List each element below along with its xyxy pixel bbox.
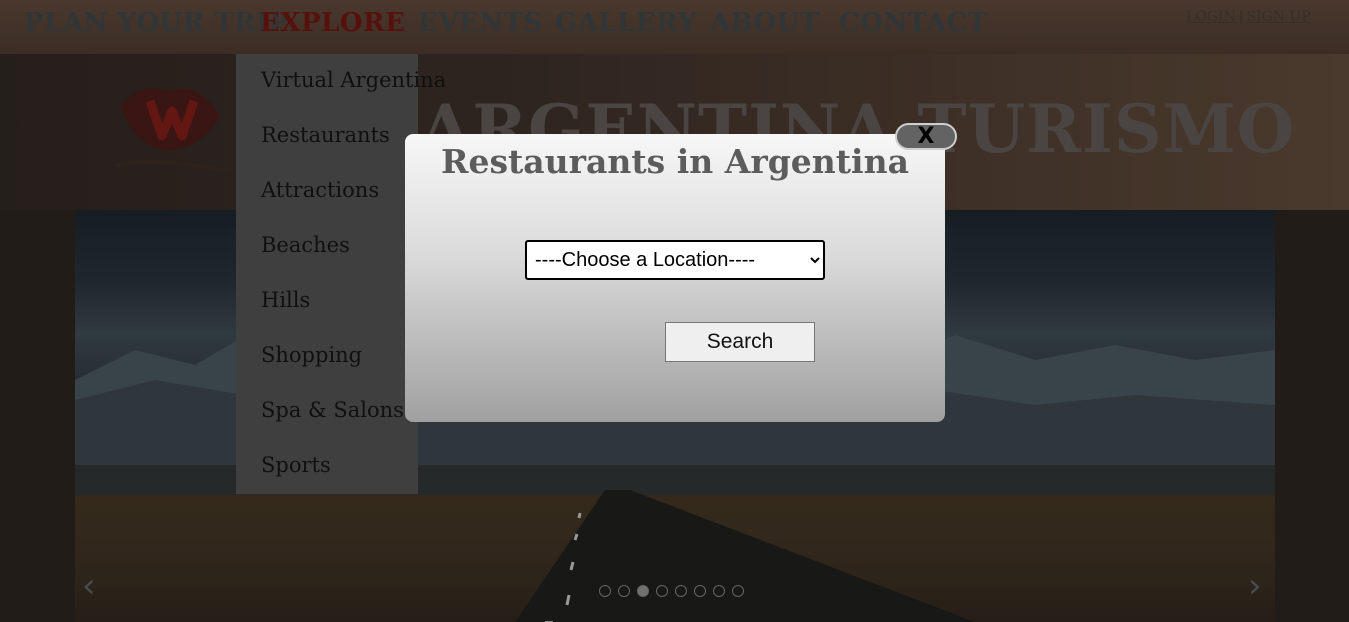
- chevron-right-icon: ›: [1248, 566, 1262, 606]
- slider-dot[interactable]: [599, 585, 611, 597]
- modal-title: Restaurants in Argentina: [441, 142, 909, 181]
- top-navigation: PLAN YOUR TRIP EXPLORE EVENTS GALLERY AB…: [0, 0, 1349, 54]
- nav-plan-your-trip[interactable]: PLAN YOUR TRIP: [24, 8, 289, 38]
- menu-item-spa-salons[interactable]: Spa & Salons: [261, 398, 404, 422]
- login-link[interactable]: LOGIN: [1186, 9, 1236, 25]
- menu-item-hills[interactable]: Hills: [261, 288, 310, 312]
- menu-item-sports[interactable]: Sports: [261, 453, 331, 477]
- menu-item-beaches[interactable]: Beaches: [261, 233, 350, 257]
- close-icon: X: [917, 124, 935, 149]
- nav-explore[interactable]: EXPLORE: [260, 8, 405, 38]
- slider-dot[interactable]: [656, 585, 668, 597]
- menu-item-virtual-argentina[interactable]: Virtual Argentina: [261, 68, 446, 92]
- page: PLAN YOUR TRIP EXPLORE EVENTS GALLERY AB…: [0, 0, 1349, 622]
- nav-events[interactable]: EVENTS: [418, 8, 543, 38]
- location-select[interactable]: ----Choose a Location----: [525, 240, 825, 280]
- restaurants-modal: Restaurants in Argentina ----Choose a Lo…: [405, 134, 945, 422]
- slider-dot[interactable]: [713, 585, 725, 597]
- slider-dots: [599, 584, 751, 598]
- nav-contact[interactable]: CONTACT: [839, 8, 988, 38]
- auth-separator: |: [1238, 9, 1244, 25]
- site-logo[interactable]: [110, 76, 240, 186]
- slider-dot[interactable]: [675, 585, 687, 597]
- slider-dot[interactable]: [694, 585, 706, 597]
- chevron-left-icon: ‹: [82, 566, 96, 606]
- explore-dropdown-menu: Virtual Argentina Restaurants Attraction…: [236, 54, 446, 494]
- modal-close-button[interactable]: X: [895, 123, 957, 150]
- slider-prev-arrow[interactable]: ‹: [82, 566, 96, 606]
- nav-gallery[interactable]: GALLERY: [555, 8, 697, 38]
- menu-item-attractions[interactable]: Attractions: [261, 178, 379, 202]
- slider-dot[interactable]: [618, 585, 630, 597]
- menu-item-shopping[interactable]: Shopping: [261, 343, 362, 367]
- menu-item-restaurants[interactable]: Restaurants: [261, 123, 390, 147]
- search-button[interactable]: Search: [665, 322, 815, 362]
- slider-next-arrow[interactable]: ›: [1248, 566, 1262, 606]
- signup-link[interactable]: SIGN UP: [1246, 9, 1310, 25]
- slider-dot[interactable]: [732, 585, 744, 597]
- slider-dot-active[interactable]: [637, 585, 649, 597]
- nav-about[interactable]: ABOUT: [710, 8, 820, 38]
- auth-links: LOGIN | SIGN UP: [1186, 9, 1311, 25]
